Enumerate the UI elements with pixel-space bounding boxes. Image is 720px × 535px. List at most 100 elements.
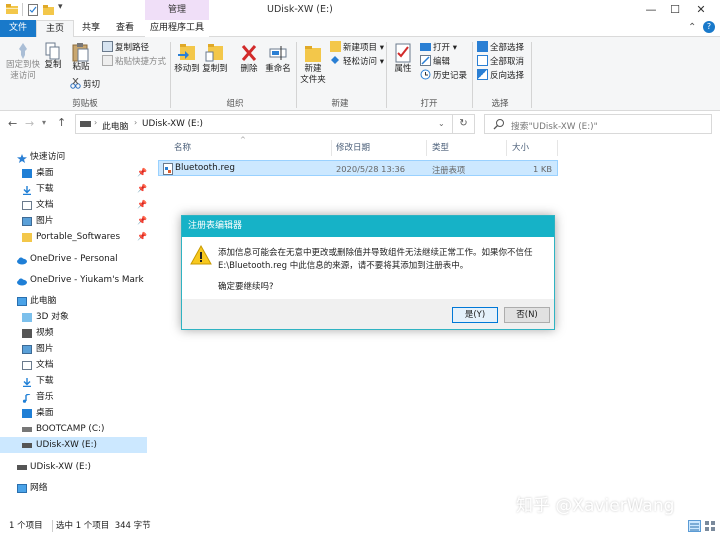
nav-pc-desktop[interactable]: 桌面 bbox=[0, 405, 147, 421]
nav-onedrive-personal[interactable]: OneDrive - Personal bbox=[0, 251, 147, 267]
nav-pc-music[interactable]: 音乐 bbox=[0, 389, 147, 405]
sort-arrow-icon: ^ bbox=[240, 136, 246, 144]
nav-quick-pictures[interactable]: 图片 📌 bbox=[0, 213, 147, 229]
nav-label: 桌面 bbox=[36, 168, 54, 178]
qat-new-folder-icon[interactable] bbox=[43, 4, 54, 16]
easy-access-button[interactable]: 轻松访问 ▾ bbox=[330, 55, 384, 69]
back-button[interactable]: ← bbox=[8, 117, 17, 130]
select-none-button[interactable]: 全部取消 bbox=[477, 55, 524, 69]
nav-onedrive-mark[interactable]: OneDrive - Yiukam's Mark bbox=[0, 272, 147, 288]
up-button[interactable]: ↑ bbox=[57, 116, 66, 129]
nav-quick-desktop[interactable]: 桌面 📌 bbox=[0, 165, 147, 181]
status-divider bbox=[52, 520, 53, 532]
open-group-label: 打开 bbox=[420, 99, 438, 109]
help-icon[interactable]: ? bbox=[703, 21, 715, 33]
nav-label: 快速访问 bbox=[30, 152, 66, 162]
nav-quick-downloads[interactable]: 下载 📌 bbox=[0, 181, 147, 197]
document-icon bbox=[22, 361, 32, 370]
breadcrumb-separator: › bbox=[134, 118, 138, 127]
yes-button[interactable]: 是(Y) bbox=[452, 307, 498, 323]
column-header-name[interactable]: 名称 bbox=[174, 140, 191, 156]
address-bar[interactable]: › 此电脑 › UDisk-XW (E:) ⌄ bbox=[75, 114, 475, 134]
file-name: Bluetooth.reg bbox=[175, 163, 235, 173]
copy-to-label: 复制到 bbox=[202, 64, 228, 74]
edit-button[interactable]: 编辑 bbox=[420, 55, 450, 69]
forward-button[interactable]: → bbox=[25, 117, 34, 130]
nav-label: 视频 bbox=[36, 328, 54, 338]
nav-pc-pictures[interactable]: 图片 bbox=[0, 341, 147, 357]
new-item-button[interactable]: 新建项目 ▾ bbox=[330, 41, 384, 55]
details-view-icon[interactable] bbox=[688, 520, 701, 532]
nav-pc-documents[interactable]: 文档 bbox=[0, 357, 147, 373]
nav-quick-portable-softwares[interactable]: Portable_Softwares 📌 bbox=[0, 229, 147, 245]
nav-udisk[interactable]: UDisk-XW (E:) bbox=[0, 459, 147, 475]
copy-path-button[interactable]: 复制路径 bbox=[102, 41, 149, 55]
nav-pc-videos[interactable]: 视频 bbox=[0, 325, 147, 341]
qat-dropdown[interactable]: ▾ bbox=[58, 2, 63, 12]
organize-group-label: 组织 bbox=[226, 99, 244, 109]
nav-pc-3d-objects[interactable]: 3D 对象 bbox=[0, 309, 147, 325]
delete-button[interactable]: 删除 bbox=[238, 42, 260, 82]
nav-label: Portable_Softwares bbox=[36, 232, 121, 242]
breadcrumb-this-pc[interactable]: 此电脑 bbox=[102, 119, 128, 132]
nav-quick-documents[interactable]: 文档 📌 bbox=[0, 197, 147, 213]
dialog-body: 添加信息可能会在无意中更改或删除值并导致组件无法继续正常工作。如果你不信任 E:… bbox=[182, 237, 554, 299]
copy-button[interactable]: 复制 bbox=[42, 42, 64, 82]
tab-share[interactable]: 共享 bbox=[74, 20, 108, 37]
drive-icon bbox=[22, 427, 32, 432]
tab-home[interactable]: 主页 bbox=[36, 20, 74, 38]
nav-label: UDisk-XW (E:) bbox=[30, 462, 91, 472]
desktop-icon bbox=[22, 169, 32, 178]
edit-icon bbox=[420, 55, 431, 66]
nav-label: 下载 bbox=[36, 376, 54, 386]
breadcrumb-udisk[interactable]: UDisk-XW (E:) bbox=[142, 119, 203, 129]
new-folder-label: 新建 文件夹 bbox=[300, 64, 326, 85]
invert-selection-button[interactable]: 反向选择 bbox=[477, 69, 524, 83]
tab-app-tools[interactable]: 应用程序工具 bbox=[145, 20, 209, 37]
nav-network[interactable]: 网络 bbox=[0, 480, 147, 496]
no-button[interactable]: 否(N) bbox=[504, 307, 550, 323]
properties-button[interactable]: 属性 bbox=[392, 42, 414, 82]
dialog-title: 注册表编辑器 bbox=[182, 216, 554, 237]
rename-icon bbox=[269, 42, 287, 64]
column-header-size[interactable]: 大小 bbox=[512, 140, 529, 156]
tab-file[interactable]: 文件 bbox=[0, 20, 36, 37]
nav-pc-bootcamp[interactable]: BOOTCAMP (C:) bbox=[0, 421, 147, 437]
copy-to-button[interactable]: 复制到 bbox=[202, 42, 228, 82]
open-button[interactable]: 打开 ▾ bbox=[420, 41, 457, 55]
paste-button[interactable]: 粘贴 bbox=[68, 42, 94, 82]
nav-label: 图片 bbox=[36, 344, 54, 354]
nav-this-pc[interactable]: 此电脑 bbox=[0, 293, 147, 309]
download-icon bbox=[22, 377, 32, 388]
column-header-type[interactable]: 类型 bbox=[432, 140, 449, 156]
nav-pc-downloads[interactable]: 下载 bbox=[0, 373, 147, 389]
large-icons-view-icon[interactable] bbox=[704, 520, 716, 532]
qat-properties-icon[interactable] bbox=[28, 4, 38, 16]
recent-locations-button[interactable]: ▾ bbox=[42, 118, 46, 127]
history-button[interactable]: 历史记录 bbox=[420, 69, 467, 83]
nav-quick-access[interactable]: 快速访问 bbox=[0, 149, 147, 165]
close-button[interactable]: ✕ bbox=[678, 0, 720, 20]
rename-button[interactable]: 重命名 bbox=[264, 42, 292, 82]
refresh-icon[interactable]: ↻ bbox=[452, 114, 475, 134]
paste-shortcut-button[interactable]: 粘贴快捷方式 bbox=[102, 55, 166, 69]
column-header-modified[interactable]: 修改日期 bbox=[336, 140, 370, 156]
history-label: 历史记录 bbox=[433, 71, 468, 81]
table-row[interactable]: Bluetooth.reg 2020/5/28 13:36 注册表项 1 KB bbox=[158, 160, 558, 176]
download-icon bbox=[22, 185, 32, 196]
pin-to-quick-access-button[interactable]: 固定到快 速访问 bbox=[6, 42, 40, 90]
select-all-button[interactable]: 全部选择 bbox=[477, 41, 524, 55]
tab-view[interactable]: 查看 bbox=[108, 20, 142, 37]
contextual-tab-header: 管理 bbox=[145, 0, 209, 20]
nav-pc-udisk-selected[interactable]: UDisk-XW (E:) bbox=[0, 437, 147, 453]
address-dropdown[interactable]: ⌄ bbox=[438, 119, 445, 128]
paste-label: 粘贴 bbox=[72, 62, 90, 72]
search-box[interactable]: 搜索"UDisk-XW (E:)" bbox=[484, 114, 712, 134]
cut-button[interactable]: 剪切 bbox=[70, 77, 100, 92]
file-modified: 2020/5/28 13:36 bbox=[336, 164, 406, 174]
new-folder-button[interactable]: 新建 文件夹 bbox=[298, 42, 328, 92]
collapse-ribbon-icon[interactable]: ⌃ bbox=[688, 22, 696, 33]
nav-label: 文档 bbox=[36, 200, 54, 210]
move-to-label: 移动到 bbox=[174, 64, 200, 74]
move-to-button[interactable]: 移动到 bbox=[174, 42, 200, 82]
